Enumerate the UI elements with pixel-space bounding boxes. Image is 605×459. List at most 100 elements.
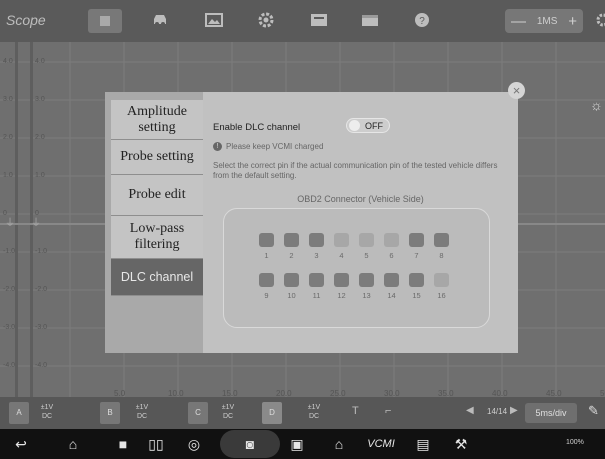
timebase-plus-button[interactable]: + xyxy=(568,13,577,30)
svg-text:⏚: ⏚ xyxy=(5,217,15,229)
obd-pin-9[interactable] xyxy=(259,273,274,287)
edge-icon[interactable]: ⌐ xyxy=(385,405,391,417)
folder-icon[interactable] xyxy=(357,8,383,32)
channel-strip: A ±1V DC B ±1V DC C ±1V DC D ±1V DC T ⌐ ◀ 14… xyxy=(0,397,605,429)
scope-settings-dialog: Amplitude setting Probe setting Probe ed… xyxy=(105,92,518,353)
next-page-icon[interactable]: ▶ xyxy=(510,405,518,416)
app-title: Scope xyxy=(6,12,46,28)
channel-d-settings[interactable]: ±1V DC xyxy=(300,403,328,421)
dlc-channel-panel: Enable DLC channel OFF ! Please keep VCM… xyxy=(203,92,518,353)
channel-b-settings[interactable]: ±1V DC xyxy=(128,403,156,421)
battery-indicator: 100% xyxy=(566,439,584,446)
channel-d-coupling: DC xyxy=(308,413,320,420)
obd-pin-16[interactable] xyxy=(434,273,449,287)
car-icon[interactable] xyxy=(147,8,173,32)
y-tick-label: 4.0 xyxy=(3,58,13,65)
y-tick-label: 2.0 xyxy=(3,134,13,141)
channel-c-button[interactable]: C xyxy=(188,402,208,424)
shortcut-home-icon[interactable]: ⌂ xyxy=(328,434,350,454)
y-tick-label: -3.0 xyxy=(35,324,48,331)
y-tick-label: 0 xyxy=(3,210,7,217)
channel-b-button[interactable]: B xyxy=(100,402,120,424)
image-icon[interactable] xyxy=(201,8,227,32)
timebase-value: 1MS xyxy=(536,15,558,27)
camera-icon[interactable]: ◙ xyxy=(239,434,261,454)
screen-icon[interactable] xyxy=(306,8,332,32)
channel-b-coupling: DC xyxy=(136,413,148,420)
pencil-icon[interactable]: ✎ xyxy=(588,403,599,419)
obd-pin-1[interactable] xyxy=(259,233,274,247)
obd-pin-2[interactable] xyxy=(284,233,299,247)
back-icon[interactable]: ↩ xyxy=(10,434,32,454)
vcmi-icon[interactable]: VCMI xyxy=(366,434,396,454)
obd-pin-14[interactable] xyxy=(384,273,399,287)
obd-pin-7[interactable] xyxy=(409,233,424,247)
y-tick-label: -2.0 xyxy=(35,286,48,293)
screen-record-icon[interactable]: ▣ xyxy=(286,434,308,454)
vcmi-note-text: Please keep VCMI charged xyxy=(226,142,324,151)
stop-button[interactable] xyxy=(88,9,122,33)
help-icon[interactable]: ? xyxy=(409,8,435,32)
obd-pin-3[interactable] xyxy=(309,233,324,247)
channel-c-settings[interactable]: ±1V DC xyxy=(214,403,242,421)
top-row-pin-label: 2 xyxy=(289,251,294,260)
menu-item-probe-edit[interactable]: Probe edit xyxy=(111,175,203,216)
obd-pin-5[interactable] xyxy=(359,233,374,247)
gear-icon[interactable] xyxy=(253,8,279,32)
channel-c-volts: ±1V xyxy=(221,404,235,411)
obd-pin-4[interactable] xyxy=(334,233,349,247)
bottom-row-pin-label: 13 xyxy=(362,291,371,300)
dlc-toggle[interactable]: OFF xyxy=(346,118,390,133)
y-tick-label: 0 xyxy=(35,210,39,217)
y-tick-label: -3.0 xyxy=(3,324,16,331)
obd-pin-6[interactable] xyxy=(384,233,399,247)
channel-a-coupling: DC xyxy=(41,413,53,420)
bottom-row-pin-label: 10 xyxy=(287,291,296,300)
y-tick-label: 2.0 xyxy=(35,134,45,141)
close-dialog-button[interactable]: × xyxy=(508,82,525,99)
y-tick-label: 1.0 xyxy=(35,172,45,179)
split-screen-icon[interactable]: ▯▯ xyxy=(145,434,167,454)
recent-apps-icon[interactable]: ■ xyxy=(112,434,134,454)
prev-page-icon[interactable]: ◀ xyxy=(466,405,474,416)
bottom-row-pin-label: 9 xyxy=(264,291,269,300)
obd-pin-10[interactable] xyxy=(284,273,299,287)
y-tick-label: -4.0 xyxy=(35,362,48,369)
trigger-icon[interactable]: T xyxy=(352,405,359,417)
menu-item-amplitude[interactable]: Amplitude setting xyxy=(111,100,203,140)
obd-pin-8[interactable] xyxy=(434,233,449,247)
timebase-minus-button[interactable]: — xyxy=(511,13,526,30)
channel-d-button[interactable]: D xyxy=(262,402,282,424)
menu-item-probe-setting[interactable]: Probe setting xyxy=(111,140,203,175)
service-icon[interactable]: ⚒ xyxy=(450,434,472,454)
top-toolbar: Scope ? — 1MS + xyxy=(0,0,605,42)
obd-pin-13[interactable] xyxy=(359,273,374,287)
obd-pin-15[interactable] xyxy=(409,273,424,287)
toggle-knob xyxy=(349,120,360,131)
obd-pin-11[interactable] xyxy=(309,273,324,287)
bottom-row-pin-label: 16 xyxy=(437,291,446,300)
vehicle-icon[interactable]: ▤ xyxy=(412,434,434,454)
bottom-row-pin-label: 12 xyxy=(337,291,346,300)
obd-pin-12[interactable] xyxy=(334,273,349,287)
settings-icon[interactable] xyxy=(590,8,605,32)
channel-a-button[interactable]: A xyxy=(9,402,29,424)
y-tick-label: 4.0 xyxy=(35,58,45,65)
vcmi-note: ! Please keep VCMI charged xyxy=(213,142,323,151)
bottom-row-pin-label: 15 xyxy=(412,291,421,300)
channel-c-coupling: DC xyxy=(222,413,234,420)
bottom-row-pin-label: 14 xyxy=(387,291,396,300)
y-tick-label: -2.0 xyxy=(3,286,16,293)
enable-dlc-label: Enable DLC channel xyxy=(213,122,301,133)
browser-icon[interactable]: ◎ xyxy=(183,434,205,454)
menu-item-dlc-channel[interactable]: DLC channel xyxy=(111,259,203,296)
y-tick-label: 3.0 xyxy=(35,96,45,103)
home-icon[interactable]: ⌂ xyxy=(62,434,84,454)
cursor-icon[interactable]: ☼ xyxy=(590,97,603,113)
y-tick-label: -4.0 xyxy=(3,362,16,369)
svg-text:⏚: ⏚ xyxy=(31,217,41,229)
channel-a-settings[interactable]: ±1V DC xyxy=(33,403,61,421)
timebase-button[interactable]: 5ms/div xyxy=(525,403,577,423)
channel-a-volts: ±1V xyxy=(40,404,54,411)
menu-item-low-pass[interactable]: Low-pass filtering xyxy=(111,216,203,259)
